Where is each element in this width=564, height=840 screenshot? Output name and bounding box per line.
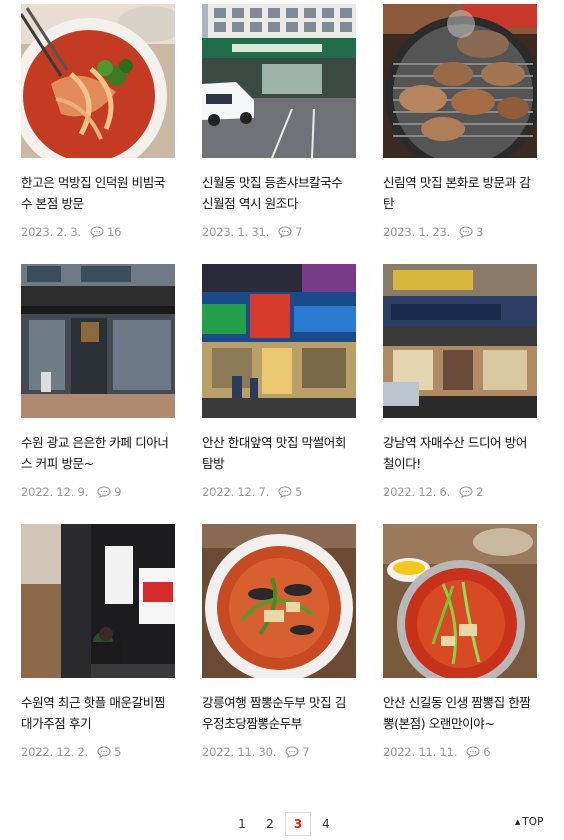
pagination: 1 2 3 4 [228, 812, 340, 836]
post-title[interactable]: 한고은 먹방집 인덕원 비빔국수 본점 방문 [21, 172, 175, 214]
post-card[interactable]: 안산 신길동 인생 짬뽕집 한짬뽕(본점) 오랜만이야~ 2022. 11. 1… [383, 524, 537, 760]
comment-count[interactable]: 3 [459, 225, 483, 239]
post-title[interactable]: 수원 광교 은은한 카페 디아너스 커피 방문~ [21, 432, 175, 474]
comment-count-value: 3 [476, 225, 484, 239]
comment-bubble-icon [97, 486, 111, 498]
comment-bubble-icon [90, 226, 104, 238]
post-thumbnail[interactable] [383, 264, 537, 418]
post-date: 2022. 12. 7. [202, 485, 270, 499]
post-meta: 2022. 12. 7. 5 [202, 484, 356, 500]
post-title[interactable]: 신월동 맛집 등촌샤브칼국수 신월점 역시 원조다 [202, 172, 356, 214]
comment-count[interactable]: 2 [459, 485, 483, 499]
comment-bubble-icon [466, 746, 480, 758]
post-meta: 2023. 1. 23. 3 [383, 224, 537, 240]
post-date: 2022. 12. 9. [21, 485, 89, 499]
post-thumbnail[interactable] [21, 4, 175, 158]
comment-count[interactable]: 7 [285, 745, 310, 759]
post-date: 2023. 2. 3. [21, 225, 81, 239]
post-meta: 2022. 11. 11. 6 [383, 744, 537, 760]
post-title[interactable]: 강릉여행 짬뽕순두부 맛집 김우정초당짬뽕순두부 [202, 692, 356, 734]
post-title[interactable]: 신림역 맛집 본화로 방문과 감탄 [383, 172, 537, 214]
comment-count-value: 7 [295, 225, 303, 239]
post-meta: 2022. 12. 6. 2 [383, 484, 537, 500]
comment-count[interactable]: 9 [97, 485, 121, 499]
page-link-3-current[interactable]: 3 [285, 812, 311, 836]
post-thumbnail[interactable] [202, 524, 356, 678]
comment-count[interactable]: 5 [97, 745, 121, 759]
post-date: 2023. 1. 23. [383, 225, 451, 239]
comment-bubble-icon [459, 486, 473, 498]
scroll-top-label: TOP [522, 816, 544, 828]
comment-bubble-icon [97, 746, 111, 758]
post-card[interactable]: 강남역 자매수산 드디어 방어철이다! 2022. 12. 6. 2 [383, 264, 537, 500]
post-thumbnail[interactable] [21, 264, 175, 418]
post-date: 2022. 12. 2. [21, 745, 89, 759]
post-meta: 2022. 12. 2. 5 [21, 744, 175, 760]
page-link-1[interactable]: 1 [228, 812, 256, 836]
scroll-top-button[interactable]: ▲ TOP [515, 816, 543, 828]
post-card[interactable]: 신월동 맛집 등촌샤브칼국수 신월점 역시 원조다 2023. 1. 31. 7 [202, 4, 356, 240]
post-title[interactable]: 안산 한대앞역 맛집 막썰어회 탐방 [202, 432, 356, 474]
comment-count-value: 6 [483, 745, 491, 759]
caret-up-icon: ▲ [515, 818, 521, 826]
post-card[interactable]: 수원 광교 은은한 카페 디아너스 커피 방문~ 2022. 12. 9. 9 [21, 264, 175, 500]
post-thumbnail[interactable] [383, 4, 537, 158]
page-link-2[interactable]: 2 [256, 812, 284, 836]
comment-count-value: 5 [114, 745, 122, 759]
post-card[interactable]: 강릉여행 짬뽕순두부 맛집 김우정초당짬뽕순두부 2022. 11. 30. 7 [202, 524, 356, 760]
comment-count-value: 5 [295, 485, 303, 499]
post-meta: 2022. 11. 30. 7 [202, 744, 356, 760]
post-title[interactable]: 수원역 최근 핫플 매운갈비찜 대가주점 후기 [21, 692, 175, 734]
comment-count-value: 16 [106, 225, 122, 239]
post-date: 2022. 11. 30. [202, 745, 277, 759]
comment-count-value: 7 [302, 745, 310, 759]
post-meta: 2023. 2. 3. 16 [21, 224, 175, 240]
comment-bubble-icon [285, 746, 299, 758]
comment-count[interactable]: 16 [90, 225, 121, 239]
post-card[interactable]: 한고은 먹방집 인덕원 비빔국수 본점 방문 2023. 2. 3. 16 [21, 4, 175, 240]
post-card[interactable]: 안산 한대앞역 맛집 막썰어회 탐방 2022. 12. 7. 5 [202, 264, 356, 500]
post-meta: 2023. 1. 31. 7 [202, 224, 356, 240]
post-date: 2022. 11. 11. [383, 745, 458, 759]
post-thumbnail[interactable] [383, 524, 537, 678]
post-date: 2023. 1. 31. [202, 225, 270, 239]
comment-count[interactable]: 6 [466, 745, 491, 759]
post-meta: 2022. 12. 9. 9 [21, 484, 175, 500]
comment-count[interactable]: 7 [278, 225, 302, 239]
post-card[interactable]: 수원역 최근 핫플 매운갈비찜 대가주점 후기 2022. 12. 2. 5 [21, 524, 175, 760]
post-card[interactable]: 신림역 맛집 본화로 방문과 감탄 2023. 1. 23. 3 [383, 4, 537, 240]
post-thumbnail[interactable] [21, 524, 175, 678]
comment-bubble-icon [278, 226, 292, 238]
comment-count-value: 9 [114, 485, 122, 499]
post-thumbnail[interactable] [202, 264, 356, 418]
comment-count-value: 2 [476, 485, 484, 499]
post-thumbnail[interactable] [202, 4, 356, 158]
post-date: 2022. 12. 6. [383, 485, 451, 499]
comment-bubble-icon [459, 226, 473, 238]
post-title[interactable]: 강남역 자매수산 드디어 방어철이다! [383, 432, 537, 474]
page-link-4[interactable]: 4 [312, 812, 340, 836]
post-title[interactable]: 안산 신길동 인생 짬뽕집 한짬뽕(본점) 오랜만이야~ [383, 692, 537, 734]
comment-count[interactable]: 5 [278, 485, 302, 499]
comment-bubble-icon [278, 486, 292, 498]
